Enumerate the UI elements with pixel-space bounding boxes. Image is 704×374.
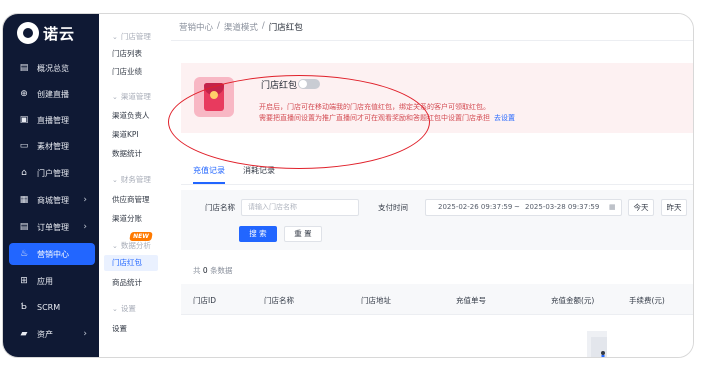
sidebar-item-label: 订单管理 bbox=[37, 222, 69, 232]
order-icon: ▤ bbox=[19, 222, 29, 232]
tab-recharge-records[interactable]: 充值记录 bbox=[193, 165, 225, 184]
subnav-item-supplier[interactable]: 供应商管理 bbox=[112, 194, 150, 205]
chevron-right-icon: › bbox=[83, 329, 87, 339]
logo-text: 诺云 bbox=[43, 24, 76, 43]
subnav-group-settings[interactable]: ⌄ 设置 bbox=[112, 303, 136, 314]
new-badge: NEW bbox=[129, 232, 153, 241]
subnav-item-channel-split[interactable]: 渠道分账 bbox=[112, 213, 142, 224]
tab-divider bbox=[181, 184, 693, 185]
sidebar-item[interactable]: ⊕ 创建直播 bbox=[9, 83, 95, 105]
subnav-group-finance[interactable]: ⌄ 财务管理 bbox=[112, 174, 151, 185]
subnav-item-channel-kpi[interactable]: 渠道KPI bbox=[112, 129, 139, 140]
sidebar-item[interactable]: ▭ 素材管理 bbox=[9, 135, 95, 157]
primary-sidebar: 诺云 ▤ 概况总览 ⊕ 创建直播 ▣ 直播管理 ▭ 素材管理 ⌂ 门户管理 ▦ 商城管理 › ▤ 订单管理 ›… bbox=[3, 14, 99, 357]
subnav-item-store-redpacket[interactable]: 门店红包 bbox=[104, 255, 158, 271]
sidebar-item[interactable]: ▦ 商城管理 › bbox=[9, 189, 95, 211]
yesterday-button[interactable]: 昨天 bbox=[661, 199, 687, 216]
subnav-item-product-stats[interactable]: 商品统计 bbox=[112, 277, 142, 288]
app-logo[interactable]: 诺云 bbox=[17, 22, 75, 44]
empty-state-icon bbox=[587, 331, 607, 357]
annotation-ellipse bbox=[168, 75, 430, 169]
folder-icon: ▭ bbox=[19, 141, 29, 151]
chevron-down-icon: ⌄ bbox=[112, 241, 118, 250]
chevron-down-icon: ⌄ bbox=[112, 92, 118, 101]
subnav-item-settings[interactable]: 设置 bbox=[112, 323, 127, 334]
app-window: 诺云 ▤ 概况总览 ⊕ 创建直播 ▣ 直播管理 ▭ 素材管理 ⌂ 门户管理 ▦ 商城管理 › ▤ 订单管理 ›… bbox=[2, 13, 694, 358]
sidebar-item-label: 应用 bbox=[37, 276, 53, 286]
chevron-down-icon: ⌄ bbox=[112, 304, 118, 313]
sidebar-item[interactable]: ⊞ 应用 bbox=[9, 270, 95, 292]
overview-icon: ▤ bbox=[19, 63, 29, 73]
col-recharge-amount: 充值金额(元) bbox=[551, 296, 595, 305]
sidebar-item[interactable]: ▤ 概况总览 bbox=[9, 57, 95, 79]
sidebar-item[interactable]: ▤ 订单管理 › bbox=[9, 216, 95, 238]
col-store-address: 门店地址 bbox=[361, 296, 391, 305]
secondary-sidebar: ⌄ 门店管理 门店列表 门店业绩 ⌄ 渠道管理 渠道负责人 渠道KPI 数据统计 ⌄… bbox=[99, 14, 172, 357]
sidebar-item[interactable]: ▰ 资产 › bbox=[9, 323, 95, 345]
filter-panel: 门店名称 请输入门店名称 支付时间 2025-02-26 09:37:59 ~ … bbox=[181, 190, 693, 250]
top-bar: 营销中心 / 渠道模式 / 门店红包 bbox=[171, 14, 693, 41]
col-recharge-no: 充值单号 bbox=[456, 296, 486, 305]
breadcrumb-separator: / bbox=[261, 21, 265, 31]
breadcrumb: 营销中心 / 渠道模式 / 门店红包 bbox=[179, 21, 303, 33]
go-settings-link[interactable]: 去设置 bbox=[494, 114, 515, 122]
today-button[interactable]: 今天 bbox=[628, 199, 654, 216]
chevron-down-icon: ⌄ bbox=[112, 32, 118, 41]
reset-button[interactable]: 重 置 bbox=[284, 226, 322, 242]
breadcrumb-channel[interactable]: 渠道模式 bbox=[224, 21, 258, 33]
date-range-picker[interactable]: 2025-02-26 09:37:59 ~ 2025-03-28 09:37:5… bbox=[425, 199, 622, 216]
breadcrumb-current: 门店红包 bbox=[268, 23, 303, 33]
breadcrumb-separator: / bbox=[217, 21, 220, 31]
sidebar-item-label: 素材管理 bbox=[37, 141, 69, 151]
sidebar-item-label: 商城管理 bbox=[37, 195, 69, 205]
subnav-group-channel[interactable]: ⌄ 渠道管理 bbox=[112, 91, 151, 102]
subnav-item-data-stats[interactable]: 数据统计 bbox=[112, 148, 142, 159]
scrm-icon: Ƅ bbox=[20, 302, 28, 312]
subnav-group-analysis[interactable]: ⌄ 数据分析 bbox=[112, 240, 151, 251]
calendar-icon: ▦ bbox=[609, 203, 616, 211]
subnav-item-store-performance[interactable]: 门店业绩 bbox=[112, 66, 142, 77]
sidebar-item[interactable]: Ƅ SCRM bbox=[9, 296, 95, 318]
sidebar-item-label: SCRM bbox=[37, 302, 61, 312]
home-icon: ⌂ bbox=[21, 168, 27, 178]
col-store-id: 门店ID bbox=[193, 296, 216, 305]
subnav-group-store[interactable]: ⌄ 门店管理 bbox=[112, 31, 151, 42]
store-name-input[interactable]: 请输入门店名称 bbox=[241, 199, 359, 216]
col-store-name: 门店名称 bbox=[264, 296, 294, 305]
create-live-icon: ⊕ bbox=[20, 89, 28, 99]
asset-icon: ▰ bbox=[20, 329, 28, 339]
sidebar-item[interactable]: ⌂ 门户管理 bbox=[9, 162, 95, 184]
chevron-right-icon: › bbox=[83, 222, 87, 232]
sidebar-item-label: 营销中心 bbox=[37, 249, 69, 259]
sidebar-item-label: 概况总览 bbox=[37, 63, 69, 73]
breadcrumb-marketing[interactable]: 营销中心 bbox=[179, 21, 213, 33]
apps-icon: ⊞ bbox=[20, 276, 28, 286]
subnav-item-channel-owner[interactable]: 渠道负责人 bbox=[112, 110, 150, 121]
search-button[interactable]: 搜 索 bbox=[239, 226, 277, 242]
date-separator: ~ bbox=[514, 203, 520, 211]
date-end: 2025-03-28 09:37:59 bbox=[525, 203, 600, 211]
sidebar-item-label: 创建直播 bbox=[37, 89, 69, 99]
date-start: 2025-02-26 09:37:59 bbox=[438, 203, 513, 211]
sidebar-item-label: 门户管理 bbox=[37, 168, 69, 178]
shop-icon: ▦ bbox=[19, 195, 29, 205]
record-count: 共 0 条数据 bbox=[193, 266, 233, 275]
sidebar-item[interactable]: ♨ 营销中心 bbox=[9, 243, 95, 265]
live-manage-icon: ▣ bbox=[19, 115, 29, 125]
sidebar-item-label: 资产 bbox=[37, 329, 53, 339]
pay-time-label: 支付时间 bbox=[378, 203, 408, 212]
store-name-label: 门店名称 bbox=[205, 203, 235, 212]
record-count-number: 0 bbox=[202, 266, 208, 275]
record-tabs: 充值记录 消耗记录 bbox=[193, 165, 275, 184]
chevron-right-icon: › bbox=[83, 195, 87, 205]
chevron-down-icon: ⌄ bbox=[112, 175, 118, 184]
flame-icon: ♨ bbox=[19, 249, 29, 259]
logo-icon bbox=[17, 22, 39, 44]
col-fee: 手续费(元) bbox=[629, 296, 665, 305]
table-header: 门店ID 门店名称 门店地址 充值单号 充值金额(元) 手续费(元) bbox=[181, 284, 693, 315]
sidebar-item-label: 直播管理 bbox=[37, 115, 69, 125]
subnav-item-store-list[interactable]: 门店列表 bbox=[112, 48, 142, 59]
sidebar-item[interactable]: ▣ 直播管理 bbox=[9, 109, 95, 131]
